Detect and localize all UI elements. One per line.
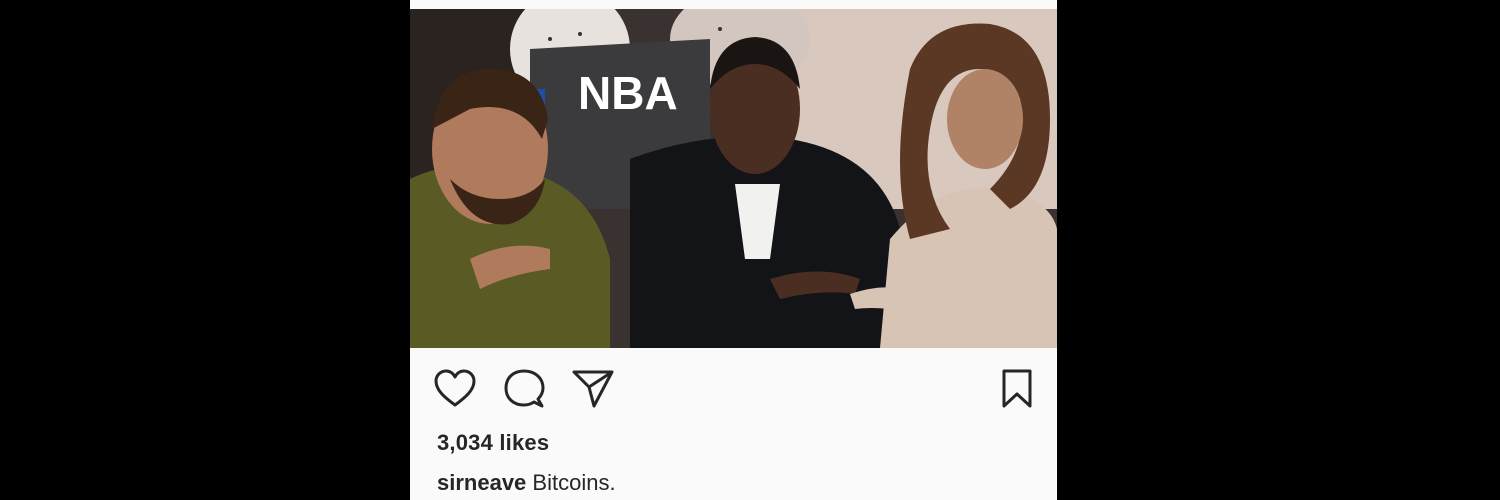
comment-button[interactable] xyxy=(501,366,547,412)
like-button[interactable] xyxy=(432,366,478,412)
bookmark-icon xyxy=(1002,369,1032,408)
seat-logo-text: NBA xyxy=(578,67,678,119)
heart-icon xyxy=(434,369,476,407)
comment-icon xyxy=(504,369,545,408)
post-photo[interactable]: NBA xyxy=(410,9,1057,348)
save-button[interactable] xyxy=(994,366,1040,412)
paper-plane-icon xyxy=(572,370,614,408)
likes-count[interactable]: 3,034 likes xyxy=(437,430,549,456)
instagram-post: NBA 3,034 likes sirneave Bitcoins. xyxy=(410,0,1057,500)
post-actions-bar xyxy=(410,366,1057,414)
caption-username[interactable]: sirneave xyxy=(437,470,526,495)
post-caption: sirneave Bitcoins. xyxy=(437,470,616,496)
caption-text: Bitcoins. xyxy=(532,470,616,495)
photo-illustration: NBA xyxy=(410,9,1057,348)
share-button[interactable] xyxy=(570,366,616,412)
